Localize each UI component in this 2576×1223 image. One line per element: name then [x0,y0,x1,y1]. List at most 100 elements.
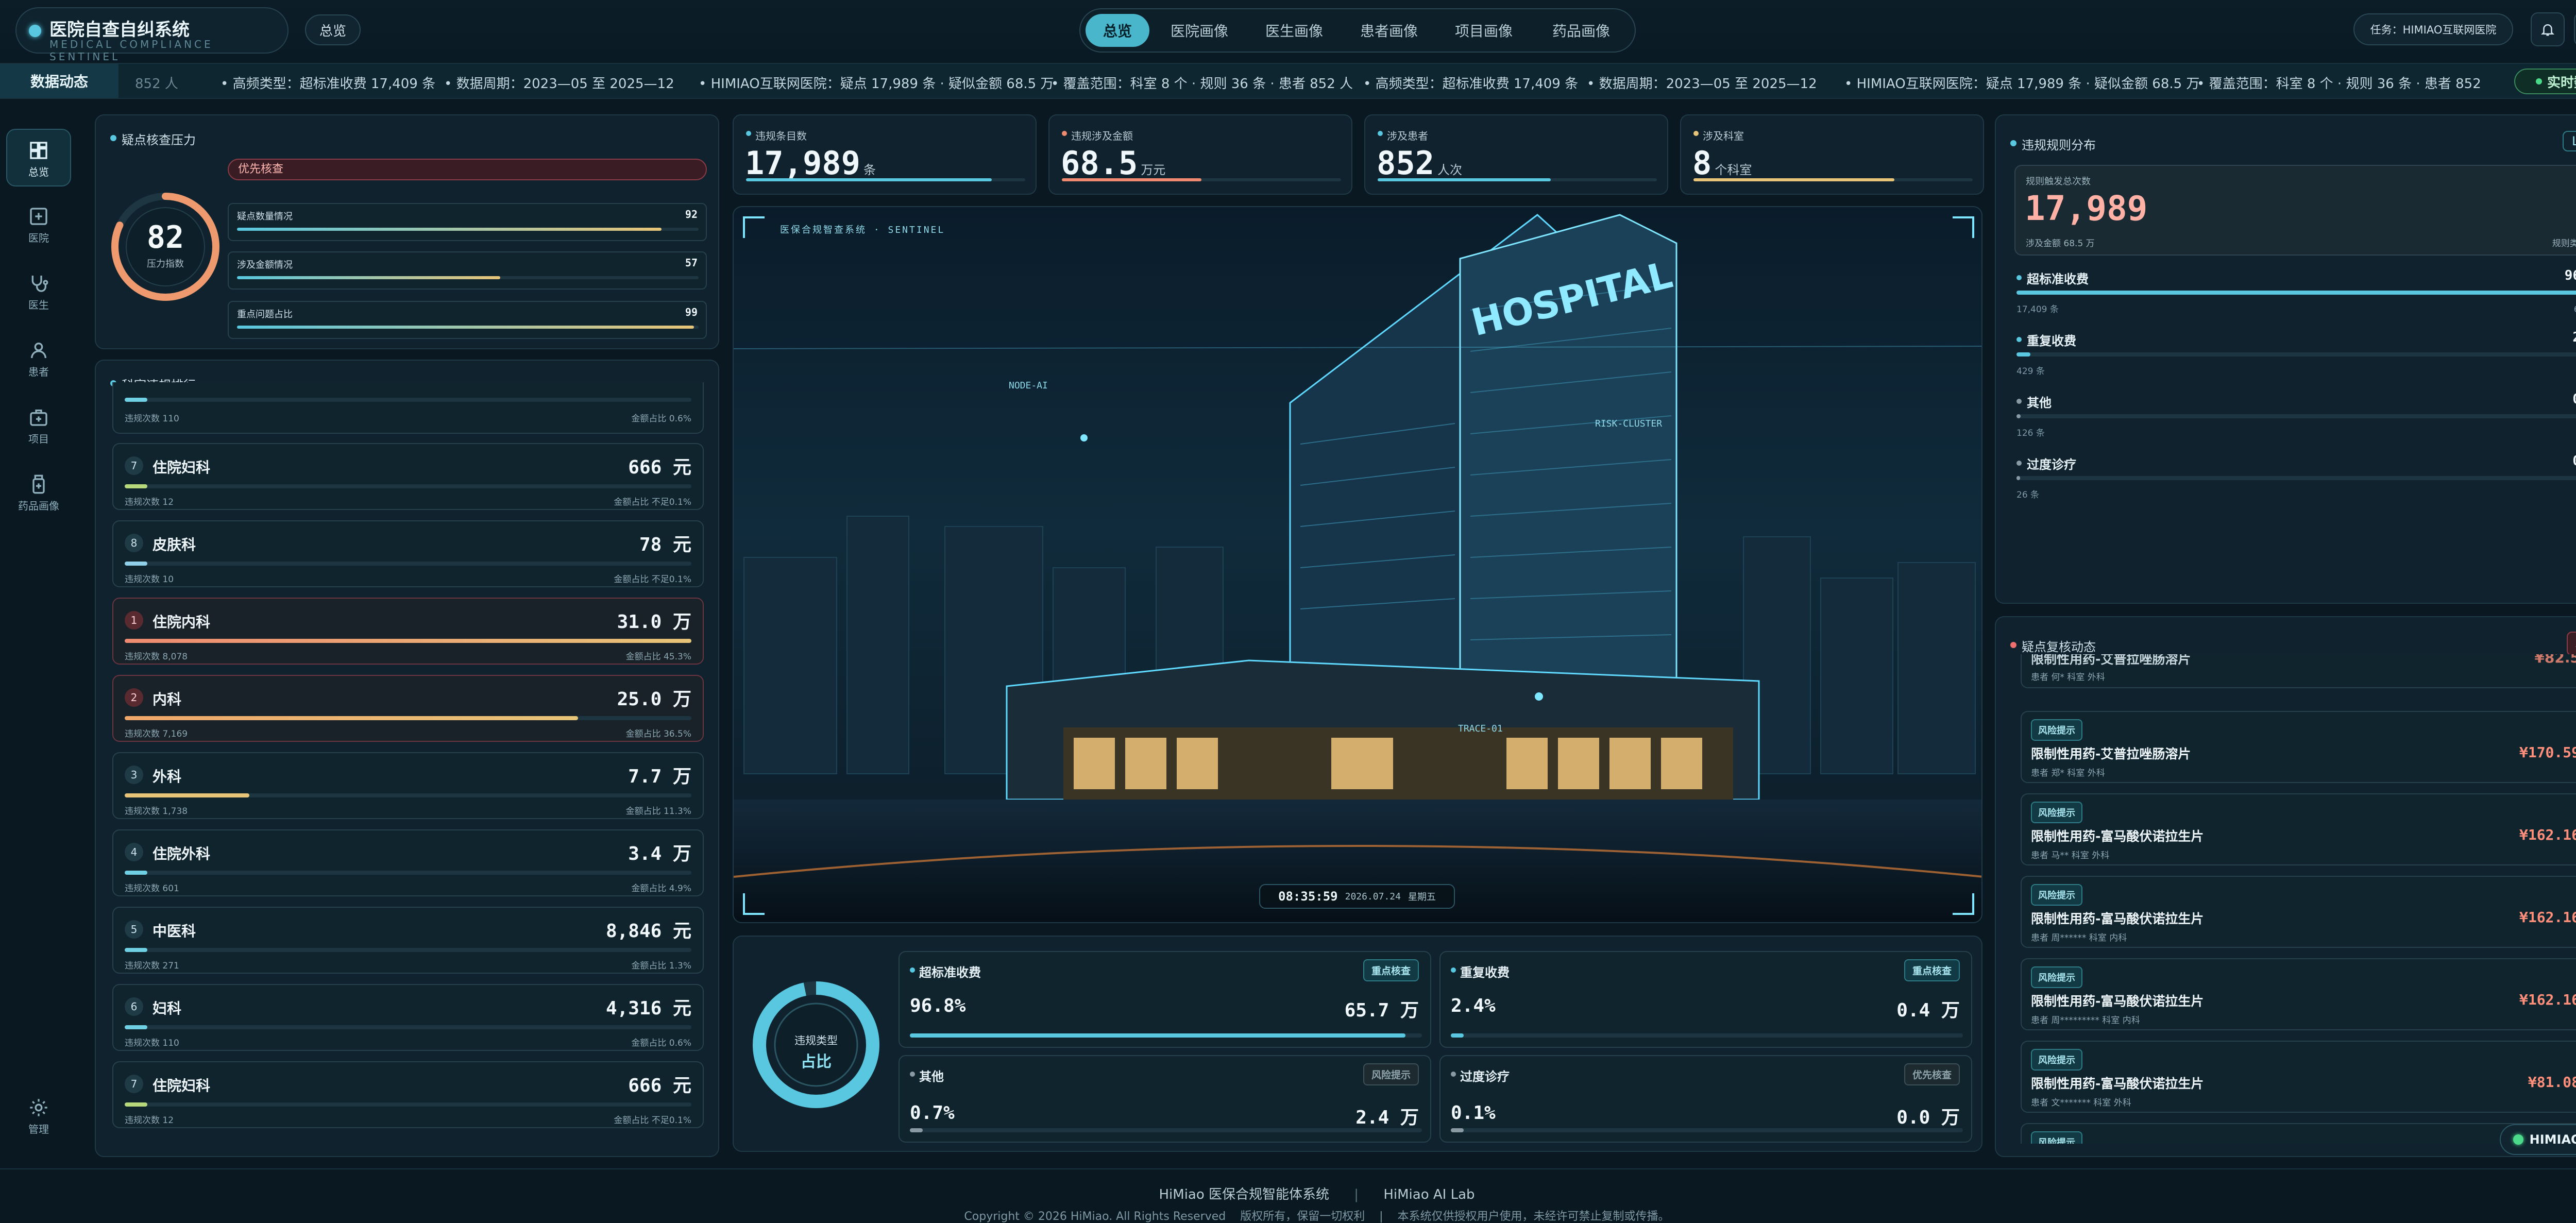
sidebar-item-doctor[interactable]: 医生 [6,263,71,320]
ticker-item: • 覆盖范围：科室 8 个 · 规则 36 条 · 患者 852 人 [1051,76,1353,92]
type-dot [1451,1072,1456,1077]
dept-share: 金额占比 1.3% [631,961,691,971]
pressure-bar-track [237,326,699,329]
review-patient: 患者 周****** 科室 内科 [2031,933,2127,943]
dept-row[interactable]: 2 内科 25.0 万违规次数 7,169 金额占比 36.5% [112,675,704,742]
stat-card[interactable]: 涉及患者 852 人次 [1364,114,1668,195]
nav-tab-item[interactable]: 项目画像 [1440,14,1528,47]
live-data-button[interactable]: 实时数据 [2514,69,2576,94]
dept-name: 住院妇科 [152,1077,211,1094]
dept-row[interactable]: 1 住院内科 31.0 万违规次数 8,078 金额占比 45.3% [112,598,704,665]
stat-card[interactable]: 违规条目数 17,989 条 [733,114,1037,195]
settings-button[interactable] [2574,12,2576,46]
rule-name: 重复收费 [2027,334,2076,348]
type-tag: 重点核查 [1363,959,1419,981]
dept-fill [125,639,691,643]
rule-row[interactable]: 超标准收费 96.8% 17,409 条 65.7 万 [2014,268,2576,319]
sidebar-item-drug[interactable]: 药品画像 [6,464,71,521]
ticker-label: 数据动态 [0,64,118,98]
violation-type-card[interactable]: 过度诊疗 优先核查 0.1% 0.0 万 [1439,1055,1972,1143]
dept-row[interactable]: 4 住院外科 3.4 万违规次数 601 金额占比 4.9% [112,829,704,896]
rule-count: 429 条 [2016,366,2045,377]
review-amount: ¥81.08 [2528,1074,2576,1091]
dept-row[interactable]: 5 中医科 8,846 元违规次数 271 金额占比 1.3% [112,907,704,974]
pressure-bar-row: 疑点数量情况 92 [228,203,707,241]
violation-type-card[interactable]: 其他 风险提示 0.7% 2.4 万 [899,1055,1431,1143]
dept-row[interactable]: 7 住院妇科 666 元违规次数 12 金额占比 不足0.1% [112,443,704,510]
review-item[interactable]: 风险提示 限制性用药-富马酸伏诺拉生片 患者 文******* 科室 外科 ¥81.0… [2021,1041,2576,1113]
ticker-item: • 数据周期：2023—05 至 2025—12 [444,76,674,92]
rule-track [2016,476,2576,480]
review-item[interactable]: 风险提示 限制性用药-艾普拉唑肠溶片 患者 郑* 科室 外科 ¥170.59 [2021,711,2576,783]
donut-label-bottom: 占比 [801,1053,832,1071]
sidebar-item-item[interactable]: 项目 [6,397,71,454]
dept-row[interactable]: 7 住院妇科 666 元违规次数 12 金额占比 不足0.1% [112,1061,704,1128]
task-chip[interactable]: 任务：HIMIAO互联网医院 [2353,13,2513,45]
data-ticker: 数据动态 852 人 • 高频类型：超标准收费 17,409 条 • 数据周期：… [0,63,2576,99]
top-header: 医院自查自纠系统 MEDICAL COMPLIANCE SENTINEL 总览 … [0,0,2576,63]
footer: HiMiao 医保合规智能体系统 | HiMiao AI Lab Copyrig… [0,1168,2576,1223]
dept-count: 违规次数 110 [125,414,179,424]
nav-tab-overview[interactable]: 总览 [1086,14,1149,47]
review-item-partial[interactable]: 限制性用药-艾普拉唑肠溶片 患者 何* 科室 外科 ¥82.5 [2021,654,2576,688]
nav-tab-hospital[interactable]: 医院画像 [1156,14,1243,47]
dept-row[interactable]: 3 外科 7.7 万违规次数 1,738 金额占比 11.3% [112,752,704,819]
dept-name: 住院内科 [152,614,211,631]
sidebar-item-hospital[interactable]: 医院 [6,196,71,253]
stat-card[interactable]: 违规涉及金额 68.5 万元 [1048,114,1352,195]
rule-row[interactable]: 重复收费2.4%429 条0.4 万 [2014,330,2576,381]
nav-tab-doctor[interactable]: 医生画像 [1250,14,1338,47]
dept-track [125,871,691,875]
dept-row-partial[interactable]: 违规次数 110 金额占比 0.6% [112,382,704,434]
nav-tab-patient[interactable]: 患者画像 [1345,14,1433,47]
pressure-bar-row: 重点问题占比 99 [228,301,707,339]
sidebar-item-patient[interactable]: 患者 [6,330,71,387]
pressure-score-label: 压力指数 [147,259,184,269]
type-amount: 0.4 万 [1896,1000,1960,1021]
dept-fill [125,871,147,875]
ai-assistant-button[interactable]: HIMIAO AI [2500,1124,2576,1155]
dept-share: 金额占比 0.6% [631,414,691,424]
rule-kinds: 规则类目 4 [2552,239,2576,249]
nav-tab-drug[interactable]: 药品画像 [1535,14,1628,47]
rule-row[interactable]: 过度诊疗0.1%26 条0.0 万 [2014,453,2576,505]
sidebar-item-label: 患者 [28,366,49,378]
violation-type-card[interactable]: 超标准收费 重点核查 96.8% 65.7 万 [899,951,1431,1048]
dept-share: 金额占比 不足0.1% [614,497,691,507]
pressure-bar-row: 涉及金额情况 57 [228,251,707,290]
violation-type-card[interactable]: 重复收费 重点核查 2.4% 0.4 万 [1439,951,1972,1048]
dept-rank: 4 [125,843,143,861]
type-name: 超标准收费 [919,965,981,980]
review-item[interactable]: 风险提示 限制性用药-富马酸伏诺拉生片 患者 马** 科室 外科 ¥162.16 [2021,793,2576,865]
dept-count: 违规次数 1,738 [125,806,188,817]
dept-name: 住院妇科 [152,459,211,476]
live-dot [2535,78,2542,84]
review-item[interactable]: 风险提示 限制性用药-富马酸伏诺拉生片 患者 周********* 科室 内科 ¥16… [2021,958,2576,1030]
stat-card[interactable]: 涉及科室 8 个科室 [1680,114,1984,195]
brand-status-dot [29,25,41,37]
type-tag: 重点核查 [1904,959,1960,981]
pressure-bar-fill [237,228,662,231]
review-item[interactable]: 风险提示 限制性用药-富马酸伏诺拉生片 患者 周****** 科室 内科 ¥162.1… [2021,876,2576,948]
pill-bottle-icon [32,474,45,494]
dept-track [125,398,691,402]
sidebar-item-overview[interactable]: 总览 [6,129,71,186]
dept-rank: 6 [125,997,143,1016]
sidebar-item-manage[interactable]: 管理 [6,1087,71,1145]
user-icon [31,343,46,359]
scene-node-label: TRACE-01 [1458,723,1503,734]
overview-chip[interactable]: 总览 [305,14,361,45]
ticker-item: • 覆盖范围：科室 8 个 · 规则 36 条 · 患者 852 人 [2197,76,2485,92]
bell-button[interactable] [2531,12,2565,46]
review-item-partial-bottom[interactable]: 风险提示 [2021,1123,2576,1144]
rule-distribution-panel: 违规规则分布 LIVE 规则触发总次数 17,989 涉及金额 68.5 万 规… [1995,114,2576,604]
dept-row[interactable]: 6 妇科 4,316 元违规次数 110 金额占比 0.6% [112,984,704,1051]
footer-system: HiMiao 医保合规智能体系统 [1159,1187,1330,1202]
dept-share: 金额占比 不足0.1% [614,1115,691,1126]
dept-row[interactable]: 8 皮肤科 78 元违规次数 10 金额占比 不足0.1% [112,520,704,587]
review-drug: 限制性用药-艾普拉唑肠溶片 [2031,654,2191,667]
dept-amount: 4,316 元 [605,998,691,1019]
dept-rank: 8 [125,534,143,552]
rule-row[interactable]: 其他0.7%126 条2.4 万 [2014,392,2576,443]
type-name: 重复收费 [1460,965,1510,980]
